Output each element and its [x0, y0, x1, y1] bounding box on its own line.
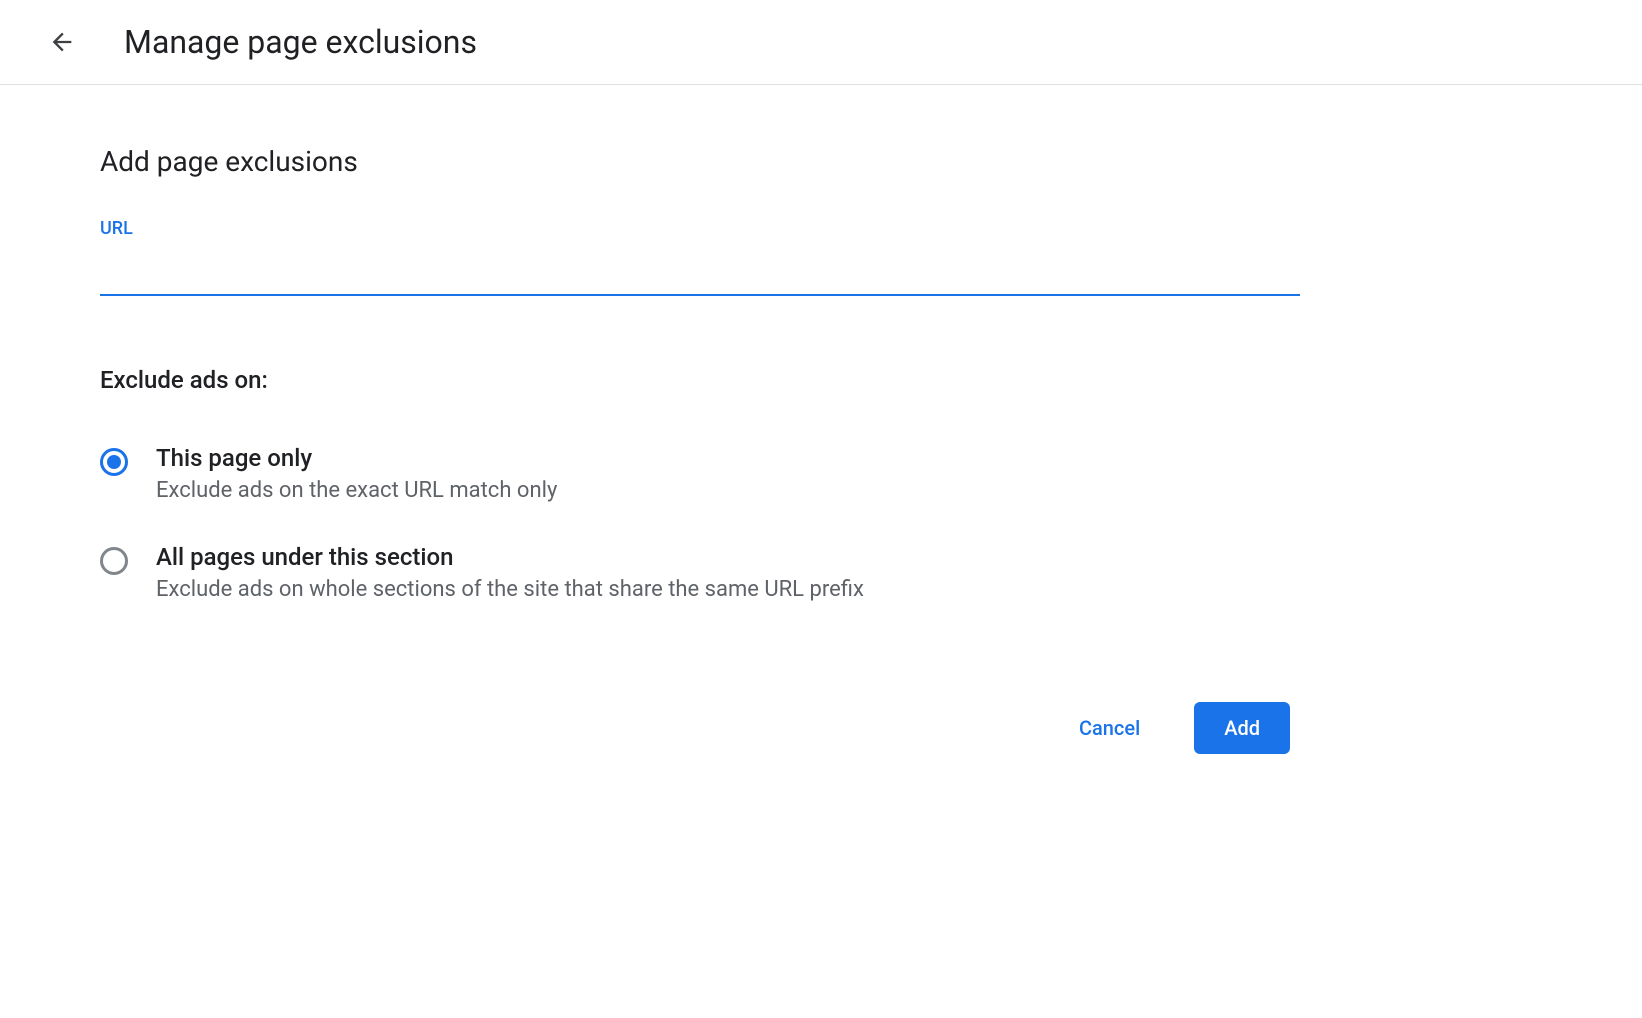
url-input[interactable] — [100, 247, 1300, 296]
radio-group: This page only Exclude ads on the exact … — [100, 444, 1300, 602]
radio-description: Exclude ads on the exact URL match only — [156, 478, 1300, 503]
button-row: Cancel Add — [100, 702, 1300, 754]
cancel-button[interactable]: Cancel — [1049, 702, 1170, 754]
radio-text: All pages under this section Exclude ads… — [156, 543, 1300, 602]
radio-option-all-pages[interactable]: All pages under this section Exclude ads… — [100, 543, 1300, 602]
page-title: Manage page exclusions — [124, 23, 477, 61]
url-label: URL — [100, 218, 1300, 239]
radio-option-this-page[interactable]: This page only Exclude ads on the exact … — [100, 444, 1300, 503]
radio-description: Exclude ads on whole sections of the sit… — [156, 577, 1300, 602]
exclude-title: Exclude ads on: — [100, 366, 1300, 394]
url-input-group: URL — [100, 218, 1300, 296]
radio-title: All pages under this section — [156, 543, 1300, 571]
radio-button-selected[interactable] — [100, 448, 128, 476]
arrow-left-icon — [48, 28, 76, 56]
back-button[interactable] — [40, 20, 84, 64]
radio-title: This page only — [156, 444, 1300, 472]
content: Add page exclusions URL Exclude ads on: … — [0, 85, 1400, 784]
radio-button-unselected[interactable] — [100, 547, 128, 575]
section-title: Add page exclusions — [100, 145, 1300, 178]
radio-text: This page only Exclude ads on the exact … — [156, 444, 1300, 503]
header: Manage page exclusions — [0, 0, 1642, 85]
add-button[interactable]: Add — [1194, 702, 1290, 754]
